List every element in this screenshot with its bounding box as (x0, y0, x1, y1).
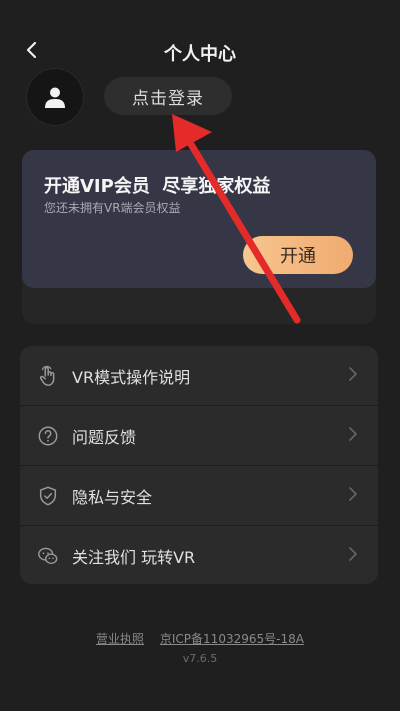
menu-item-label: VR模式操作说明 (72, 367, 191, 387)
menu-item-feedback[interactable]: 问题反馈 (20, 406, 378, 466)
question-circle-icon (36, 424, 60, 448)
chevron-right-icon (349, 487, 357, 501)
business-license-link[interactable]: 营业执照 (96, 632, 144, 646)
chevron-right-icon (349, 427, 357, 441)
menu-item-label: 关注我们 玩转VR (72, 547, 196, 567)
menu-item-privacy[interactable]: 隐私与安全 (20, 466, 378, 526)
hand-pointer-icon (36, 364, 60, 388)
footer-links: 营业执照 京ICP备11032965号-18A (0, 630, 400, 647)
shield-check-icon (36, 484, 60, 508)
chevron-right-icon (349, 367, 357, 381)
settings-menu: VR模式操作说明 问题反馈 隐私与安全 关注我们 玩转VR (20, 346, 378, 584)
menu-item-follow-us[interactable]: 关注我们 玩转VR (20, 526, 378, 584)
vip-open-button[interactable]: 开通 (243, 236, 353, 274)
icp-link[interactable]: 京ICP备11032965号-18A (160, 632, 304, 646)
wechat-icon (36, 544, 60, 568)
page-title: 个人中心 (164, 44, 236, 65)
app-version: v7.6.5 (182, 652, 218, 665)
user-icon (45, 87, 65, 108)
login-button[interactable]: 点击登录 (104, 77, 232, 115)
avatar[interactable] (26, 68, 84, 126)
menu-item-vr-instructions[interactable]: VR模式操作说明 (20, 346, 378, 406)
vip-subtitle: 您还未拥有VR端会员权益 (44, 201, 181, 215)
menu-item-label: 问题反馈 (72, 427, 137, 447)
chevron-right-icon (349, 547, 357, 561)
menu-item-label: 隐私与安全 (72, 487, 153, 507)
vip-title: 开通VIP会员 尽享独家权益 (44, 176, 271, 197)
vip-card: 开通VIP会员 尽享独家权益 您还未拥有VR端会员权益 开通 (22, 150, 376, 288)
